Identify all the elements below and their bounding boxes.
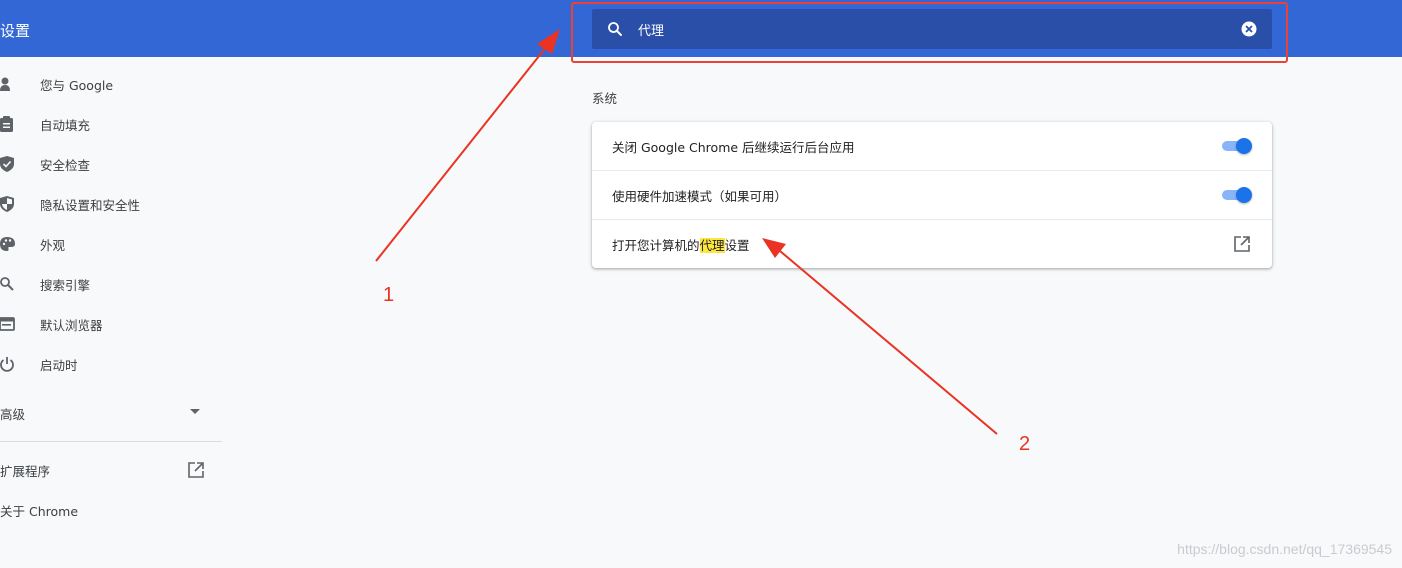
palette-icon: [0, 237, 15, 251]
annotation-label-1: 1: [383, 284, 395, 306]
person-icon: [0, 77, 10, 91]
search-icon: [0, 277, 14, 291]
section-title-system: 系统: [592, 91, 618, 106]
open-in-new-icon[interactable]: [1234, 236, 1250, 252]
sidebar-about-chrome[interactable]: 关于 Chrome: [0, 501, 78, 520]
watermark: https://blog.csdn.net/qq_17369545: [1177, 541, 1392, 557]
setting-row-background-apps[interactable]: 关闭 Google Chrome 后继续运行后台应用: [592, 122, 1272, 171]
sidebar-extensions[interactable]: 扩展程序: [0, 461, 50, 480]
sidebar-divider: [0, 441, 222, 442]
proxy-label-highlight: 代理: [699, 238, 725, 253]
setting-row-proxy[interactable]: 打开您计算机的代理设置: [592, 220, 1272, 268]
setting-label: 关闭 Google Chrome 后继续运行后台应用: [612, 140, 855, 155]
annotation-arrow-1: [375, 29, 560, 262]
sidebar-item-label: 自动填充: [40, 117, 91, 133]
chevron-down-icon[interactable]: [190, 409, 200, 415]
settings-card: 关闭 Google Chrome 后继续运行后台应用 使用硬件加速模式（如果可用…: [592, 122, 1272, 268]
sidebar-about-label: 关于 Chrome: [0, 504, 79, 519]
sidebar-item-label: 启动时: [40, 357, 78, 373]
proxy-label-after: 设置: [724, 238, 750, 253]
clipboard-icon: [0, 116, 13, 132]
browser-icon: [0, 317, 15, 331]
proxy-label-before: 打开您计算机的: [612, 238, 700, 253]
toggle-knob: [1236, 138, 1252, 154]
shield-check-icon: [0, 156, 14, 172]
search-annotation-box: [571, 2, 1288, 63]
toggle-switch[interactable]: [1220, 138, 1252, 154]
sidebar-item-label: 安全检查: [40, 157, 91, 173]
setting-label: 打开您计算机的代理设置: [612, 235, 750, 254]
setting-label: 使用硬件加速模式（如果可用）: [612, 189, 788, 204]
page-title: 设置: [0, 22, 31, 40]
toggle-knob: [1236, 187, 1252, 203]
open-in-new-icon[interactable]: [188, 462, 204, 478]
sidebar-item-label: 默认浏览器: [40, 317, 103, 333]
sidebar-item-label: 隐私设置和安全性: [40, 197, 141, 213]
sidebar-item-label: 您与 Google: [40, 77, 114, 93]
sidebar-extensions-label: 扩展程序: [0, 464, 51, 479]
annotation-layer: [375, 29, 998, 435]
setting-row-hardware-acceleration[interactable]: 使用硬件加速模式（如果可用）: [592, 171, 1272, 220]
shield-half-icon: [0, 196, 14, 212]
sidebar-advanced[interactable]: 高级: [0, 404, 25, 423]
sidebar-item-label: 搜索引擎: [40, 277, 91, 293]
sidebar-item-label: 外观: [40, 237, 66, 253]
toggle-switch[interactable]: [1220, 187, 1252, 203]
annotation-label-2: 2: [1019, 433, 1031, 455]
sidebar-advanced-label: 高级: [0, 407, 26, 422]
power-icon: [0, 357, 14, 372]
